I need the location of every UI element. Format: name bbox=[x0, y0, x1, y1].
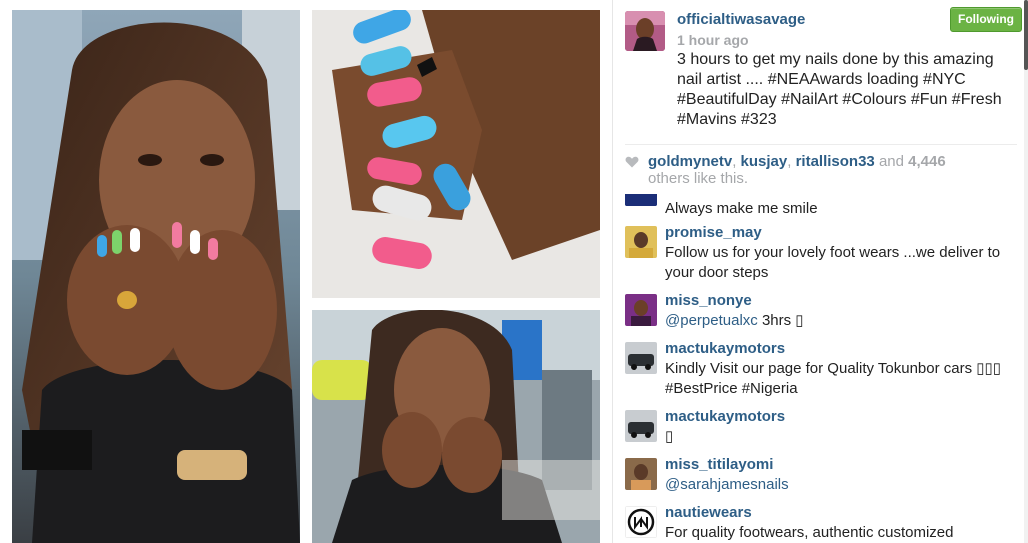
commenter-avatar[interactable] bbox=[625, 458, 657, 490]
post-caption: 3 hours to get my nails done by this ama… bbox=[677, 51, 1002, 128]
likes-section: goldmynetv, kusjay, ritallison33 and 4,4… bbox=[625, 144, 1017, 187]
commenter-avatar[interactable] bbox=[625, 506, 657, 538]
commenter-username[interactable]: miss_nonye bbox=[665, 292, 752, 309]
commenter-username[interactable]: promise_may bbox=[665, 224, 762, 241]
commenter-username[interactable]: miss_titilayomi bbox=[665, 456, 773, 473]
comment-text: Always make me smile bbox=[665, 200, 818, 217]
photo-collage[interactable] bbox=[0, 0, 612, 543]
liker-link[interactable]: ritallison33 bbox=[796, 153, 875, 170]
commenter-avatar[interactable] bbox=[625, 226, 657, 258]
likes-and: and bbox=[878, 153, 904, 170]
likes-summary: goldmynetv, kusjay, ritallison33 and 4,4… bbox=[648, 153, 946, 187]
comment-text: @perpetualxc 3hrs ▯ bbox=[665, 312, 804, 329]
following-button[interactable]: Following bbox=[950, 7, 1022, 32]
liker-link[interactable]: goldmynetv bbox=[648, 153, 732, 170]
post-timestamp: 1 hour ago bbox=[677, 32, 749, 48]
post-photo-hands bbox=[312, 10, 600, 298]
likes-count[interactable]: 4,446 bbox=[908, 153, 946, 170]
commenter-avatar[interactable] bbox=[625, 410, 657, 442]
comment-text: For quality footwears, authentic customi… bbox=[665, 524, 954, 541]
comment-text: Kindly Visit our page for Quality Tokunb… bbox=[665, 360, 1002, 397]
liker-link[interactable]: kusjay bbox=[741, 153, 788, 170]
author-avatar[interactable] bbox=[625, 11, 665, 51]
likes-others: others like this. bbox=[648, 170, 749, 187]
post-photo-main bbox=[12, 10, 300, 543]
commenter-username[interactable]: nautiewears bbox=[665, 504, 752, 521]
commenter-avatar[interactable] bbox=[625, 294, 657, 326]
commenter-avatar[interactable] bbox=[625, 342, 657, 374]
commenter-avatar[interactable] bbox=[625, 194, 657, 206]
author-username[interactable]: officialtiwasavage bbox=[677, 11, 805, 28]
commenter-username[interactable]: mactukaymotors bbox=[665, 408, 785, 425]
scrollbar[interactable] bbox=[1024, 0, 1028, 543]
comment-mention[interactable]: @perpetualxc bbox=[665, 312, 758, 329]
comments-list[interactable]: Always make me smile promise_may Follow … bbox=[625, 194, 1017, 543]
post-sidebar: officialtiwasavage 1 hour ago Following … bbox=[612, 0, 1028, 543]
commenter-username[interactable]: mactukaymotors bbox=[665, 340, 785, 357]
comment-mention[interactable]: @sarahjamesnails bbox=[665, 476, 789, 493]
comment-text: Follow us for your lovely foot wears ...… bbox=[665, 244, 1001, 281]
heart-icon[interactable] bbox=[625, 156, 639, 168]
comment-text: @sarahjamesnails bbox=[665, 475, 1015, 495]
comment-text: ▯ bbox=[665, 428, 674, 445]
post-photo-street bbox=[312, 310, 600, 543]
